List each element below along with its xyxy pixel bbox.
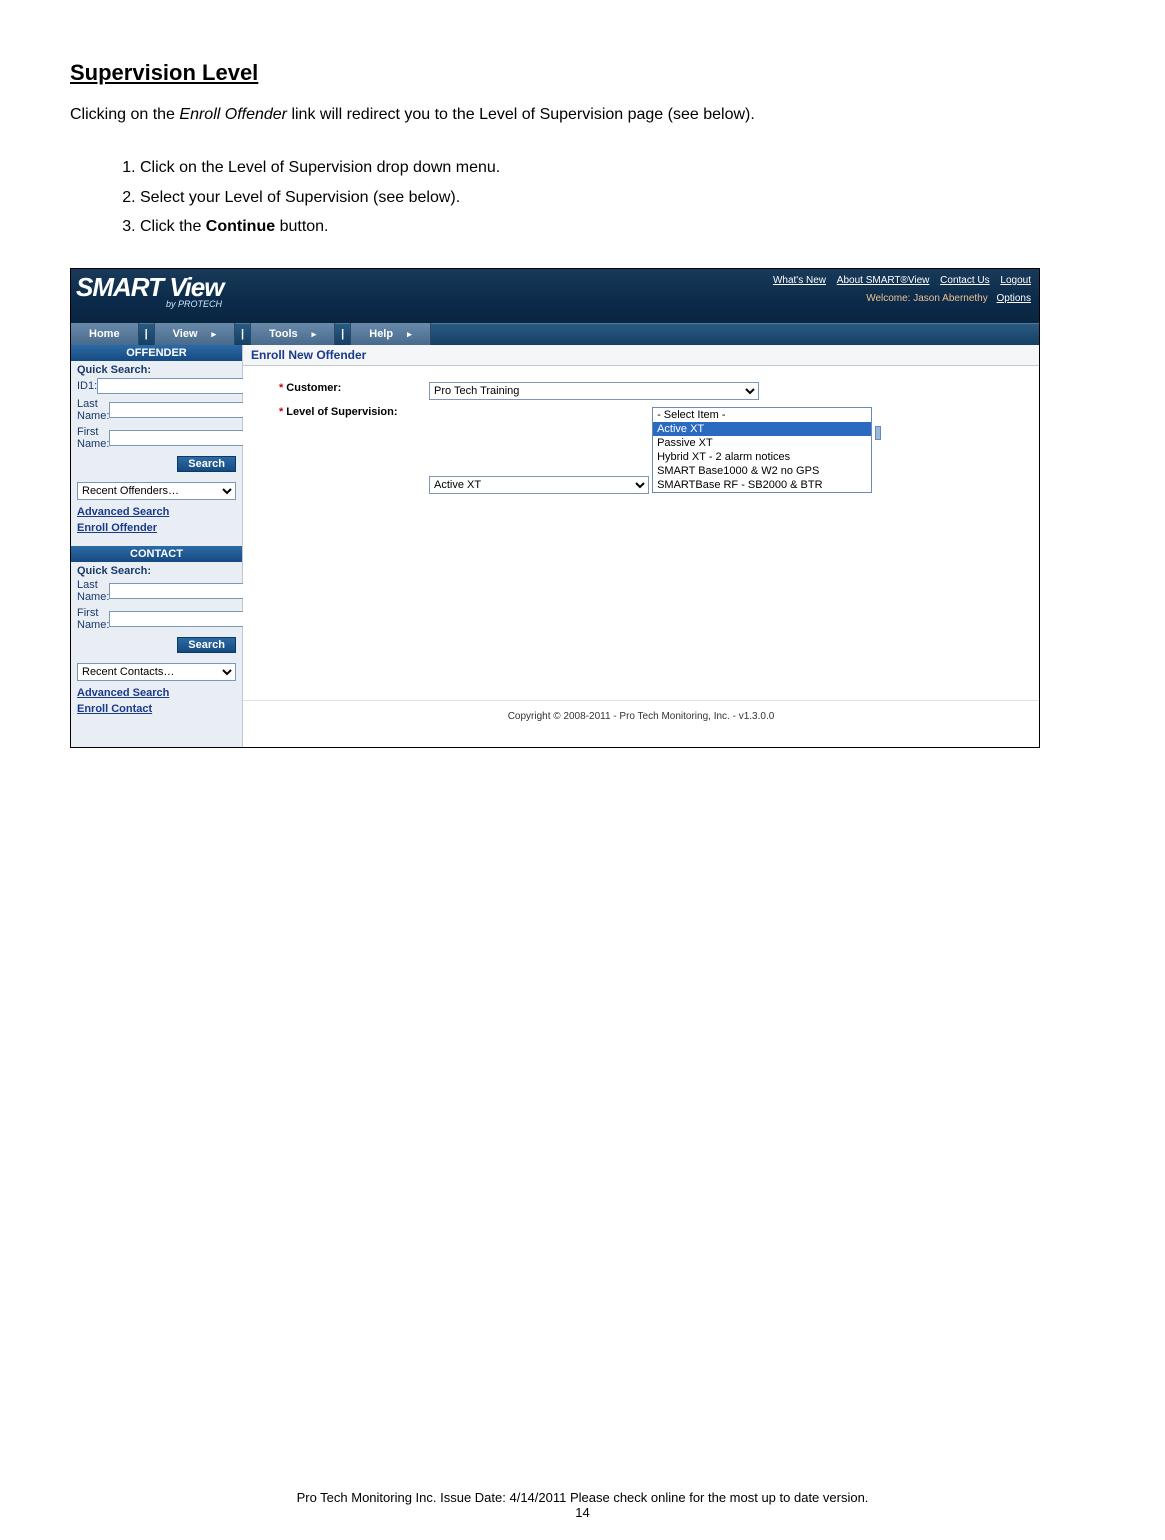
app-logo: SMART View by PROTECH [76, 272, 223, 309]
menu-sep: | [235, 323, 251, 345]
los-label: *Level of Supervision: [279, 406, 429, 418]
recent-offenders-select[interactable]: Recent Offenders… [77, 482, 236, 500]
step-1: Click on the Level of Supervision drop d… [140, 154, 1095, 181]
customer-label-text: Customer: [286, 382, 341, 394]
firstname-input[interactable] [109, 430, 257, 446]
doc-steps-list: Click on the Level of Supervision drop d… [140, 154, 1095, 240]
link-contact-us[interactable]: Contact Us [940, 275, 989, 286]
row-contact-lastname: Last Name: [71, 577, 242, 605]
customer-select[interactable]: Pro Tech Training [429, 382, 759, 400]
welcome-user: Jason Abernethy [913, 293, 988, 304]
content-header: Enroll New Offender [243, 345, 1039, 366]
enroll-contact-link[interactable]: Enroll Contact [71, 701, 242, 717]
row-lastname: Last Name: [71, 396, 242, 424]
step-2: Select your Level of Supervision (see be… [140, 184, 1095, 211]
logo-main: SMART View [76, 272, 223, 302]
advanced-search-link[interactable]: Advanced Search [71, 504, 242, 520]
step3-bold: Continue [206, 218, 275, 235]
id1-input[interactable] [97, 378, 245, 394]
menu-view-label: View [173, 328, 198, 340]
link-logout[interactable]: Logout [1000, 275, 1031, 286]
lastname-input[interactable] [109, 402, 257, 418]
step3-post: button. [275, 218, 328, 235]
los-option-2[interactable]: Passive XT [653, 436, 871, 450]
intro-em: Enroll Offender [179, 106, 287, 123]
enroll-form: *Customer: Pro Tech Training *Level of S… [243, 366, 1039, 700]
top-links: What's New About SMART®View Contact Us L… [765, 275, 1031, 286]
link-whats-new[interactable]: What's New [773, 275, 826, 286]
row-id1: ID1: [71, 376, 242, 396]
page-footer: Pro Tech Monitoring Inc. Issue Date: 4/1… [0, 1490, 1165, 1520]
row-customer: *Customer: Pro Tech Training [279, 382, 1019, 400]
doc-intro: Clicking on the Enroll Offender link wil… [70, 104, 1095, 126]
row-contact-firstname: First Name: [71, 605, 242, 633]
lastname-label: Last Name: [77, 398, 109, 422]
offender-search-button[interactable]: Search [177, 456, 236, 472]
intro-post: link will redirect you to the Level of S… [287, 106, 755, 123]
app-screenshot: SMART View by PROTECH What's New About S… [70, 268, 1040, 748]
contact-lastname-input[interactable] [109, 583, 257, 599]
firstname-label: First Name: [77, 426, 109, 450]
los-option-0[interactable]: - Select Item - [653, 408, 871, 422]
intro-pre: Clicking on the [70, 106, 179, 123]
menu-view[interactable]: View ▸ [155, 323, 235, 345]
los-option-4[interactable]: SMART Base1000 & W2 no GPS [653, 464, 871, 478]
contact-firstname-input[interactable] [109, 611, 257, 627]
content-area: Enroll New Offender *Customer: Pro Tech … [243, 345, 1039, 747]
chevron-right-icon: ▸ [312, 329, 317, 339]
app-body: OFFENDER Quick Search: ID1: Last Name: F… [71, 345, 1039, 747]
logo-sub: by PROTECH [166, 299, 223, 309]
contact-firstname-label: First Name: [77, 607, 109, 631]
recent-contacts-select[interactable]: Recent Contacts… [77, 663, 236, 681]
required-asterisk: * [279, 382, 283, 394]
main-menu: Home | View ▸ | Tools ▸ | Help ▸ [71, 323, 1039, 345]
customer-label: *Customer: [279, 382, 429, 394]
sidebar: OFFENDER Quick Search: ID1: Last Name: F… [71, 345, 243, 747]
contact-advanced-search-link[interactable]: Advanced Search [71, 685, 242, 701]
los-option-1[interactable]: Active XT [653, 422, 871, 436]
sidebar-contact-header: CONTACT [71, 546, 242, 562]
app-copyright: Copyright © 2008-2011 - Pro Tech Monitor… [243, 700, 1039, 728]
menu-tools[interactable]: Tools ▸ [251, 323, 335, 345]
menu-help-label: Help [369, 328, 393, 340]
doc-title: Supervision Level [70, 60, 1095, 86]
id1-label: ID1: [77, 380, 97, 392]
contact-quick-search-label: Quick Search: [71, 562, 242, 577]
los-dropdown-open[interactable]: - Select Item - Active XT Passive XT Hyb… [652, 407, 872, 493]
footer-line: Pro Tech Monitoring Inc. Issue Date: 4/1… [0, 1490, 1165, 1505]
app-header: SMART View by PROTECH What's New About S… [71, 269, 1039, 323]
menu-help[interactable]: Help ▸ [351, 323, 430, 345]
menu-tools-label: Tools [269, 328, 298, 340]
chevron-right-icon: ▸ [212, 329, 217, 339]
los-option-5[interactable]: SMARTBase RF - SB2000 & BTR [653, 478, 871, 492]
contact-search-button[interactable]: Search [177, 637, 236, 653]
step-3: Click the Continue button. [140, 213, 1095, 240]
link-about[interactable]: About SMART®View [837, 275, 930, 286]
los-label-text: Level of Supervision: [286, 406, 397, 418]
quick-search-label: Quick Search: [71, 361, 242, 376]
los-select[interactable]: Active XT [429, 476, 649, 494]
sidebar-offender-header: OFFENDER [71, 345, 242, 361]
welcome-row: Welcome: Jason Abernethy Options [866, 293, 1031, 304]
menu-home[interactable]: Home [71, 323, 139, 345]
required-asterisk: * [279, 406, 283, 418]
enroll-offender-link[interactable]: Enroll Offender [71, 520, 242, 536]
contact-lastname-label: Last Name: [77, 579, 109, 603]
menu-home-label: Home [89, 328, 120, 340]
options-link[interactable]: Options [997, 293, 1031, 304]
row-firstname: First Name: [71, 424, 242, 452]
los-option-3[interactable]: Hybrid XT - 2 alarm notices [653, 450, 871, 464]
scrollbar-thumb[interactable] [875, 426, 881, 440]
row-los: *Level of Supervision: Active XT - Selec… [279, 406, 1019, 494]
chevron-right-icon: ▸ [407, 329, 412, 339]
step3-pre: Click the [140, 218, 206, 235]
welcome-prefix: Welcome: [866, 293, 913, 304]
menu-sep: | [139, 323, 155, 345]
menu-sep: | [335, 323, 351, 345]
footer-page-num: 14 [0, 1505, 1165, 1520]
